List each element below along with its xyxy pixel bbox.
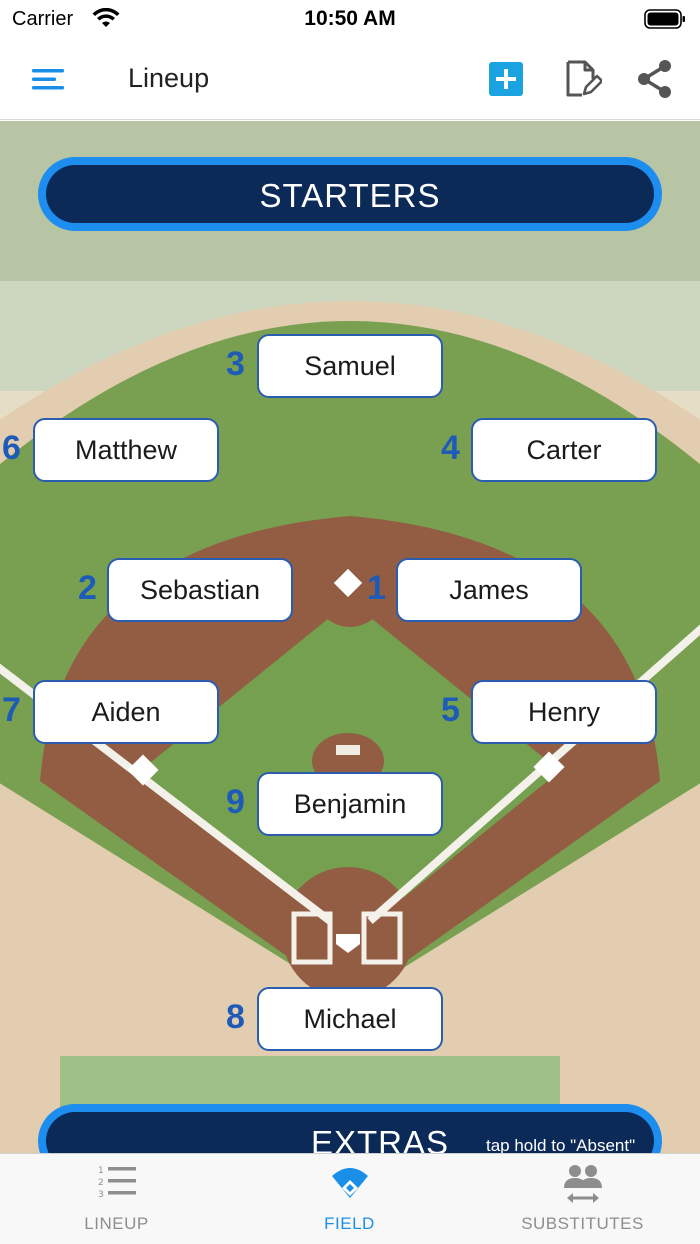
tab-label-substitutes: SUBSTITUTES — [521, 1214, 644, 1233]
position-number: 6 — [2, 429, 21, 467]
player-button-sebastian[interactable]: Sebastian — [107, 558, 293, 622]
player-button-michael[interactable]: Michael — [257, 987, 443, 1051]
svg-text:1: 1 — [98, 1166, 104, 1176]
tab-bar: 1 2 3 LINEUP FIELD SUBSTITUTES — [0, 1153, 700, 1244]
position-number: 8 — [226, 998, 245, 1036]
player-button-james[interactable]: James — [396, 558, 582, 622]
menu-icon[interactable] — [30, 64, 66, 94]
player-button-samuel[interactable]: Samuel — [257, 334, 443, 398]
baseball-field: STARTERS 3 Samuel 6 Matthew 4 Carter 2 S… — [0, 121, 700, 1153]
extras-banner: EXTRAS tap hold to "Absent" — [38, 1104, 662, 1153]
status-bar: Carrier 10:50 AM — [0, 0, 700, 40]
numbered-list-icon: 1 2 3 — [98, 1166, 136, 1200]
starters-banner: STARTERS — [38, 157, 662, 231]
tab-label-field: FIELD — [324, 1214, 375, 1233]
extras-hint: tap hold to "Absent" — [486, 1136, 636, 1153]
position-number: 1 — [367, 569, 386, 607]
status-time: 10:50 AM — [304, 7, 396, 30]
position-number: 5 — [441, 691, 460, 729]
player-button-aiden[interactable]: Aiden — [33, 680, 219, 744]
position-number: 3 — [226, 345, 245, 383]
position-number: 2 — [78, 569, 97, 607]
svg-text:3: 3 — [98, 1190, 104, 1200]
page-title: Lineup — [128, 63, 210, 93]
tab-field[interactable]: FIELD — [233, 1154, 466, 1244]
position-number: 7 — [2, 691, 21, 729]
position-number: 9 — [226, 783, 245, 821]
baseball-field-icon — [331, 1168, 368, 1198]
battery-icon — [644, 9, 685, 29]
navigation-bar: Lineup — [0, 40, 700, 120]
player-button-carter[interactable]: Carter — [471, 418, 657, 482]
svg-text:2: 2 — [98, 1178, 104, 1188]
player-button-benjamin[interactable]: Benjamin — [257, 772, 443, 836]
plus-icon — [496, 69, 516, 89]
starters-title: STARTERS — [259, 177, 441, 214]
player-button-matthew[interactable]: Matthew — [33, 418, 219, 482]
share-icon[interactable] — [634, 58, 676, 100]
edit-document-icon[interactable] — [562, 59, 602, 99]
position-number: 4 — [441, 429, 460, 467]
add-button[interactable] — [489, 62, 523, 96]
tab-substitutes[interactable]: SUBSTITUTES — [466, 1154, 699, 1244]
tab-label-lineup: LINEUP — [84, 1214, 149, 1233]
player-button-henry[interactable]: Henry — [471, 680, 657, 744]
substitute-swap-icon — [563, 1165, 602, 1203]
tab-lineup[interactable]: 1 2 3 LINEUP — [0, 1154, 233, 1244]
